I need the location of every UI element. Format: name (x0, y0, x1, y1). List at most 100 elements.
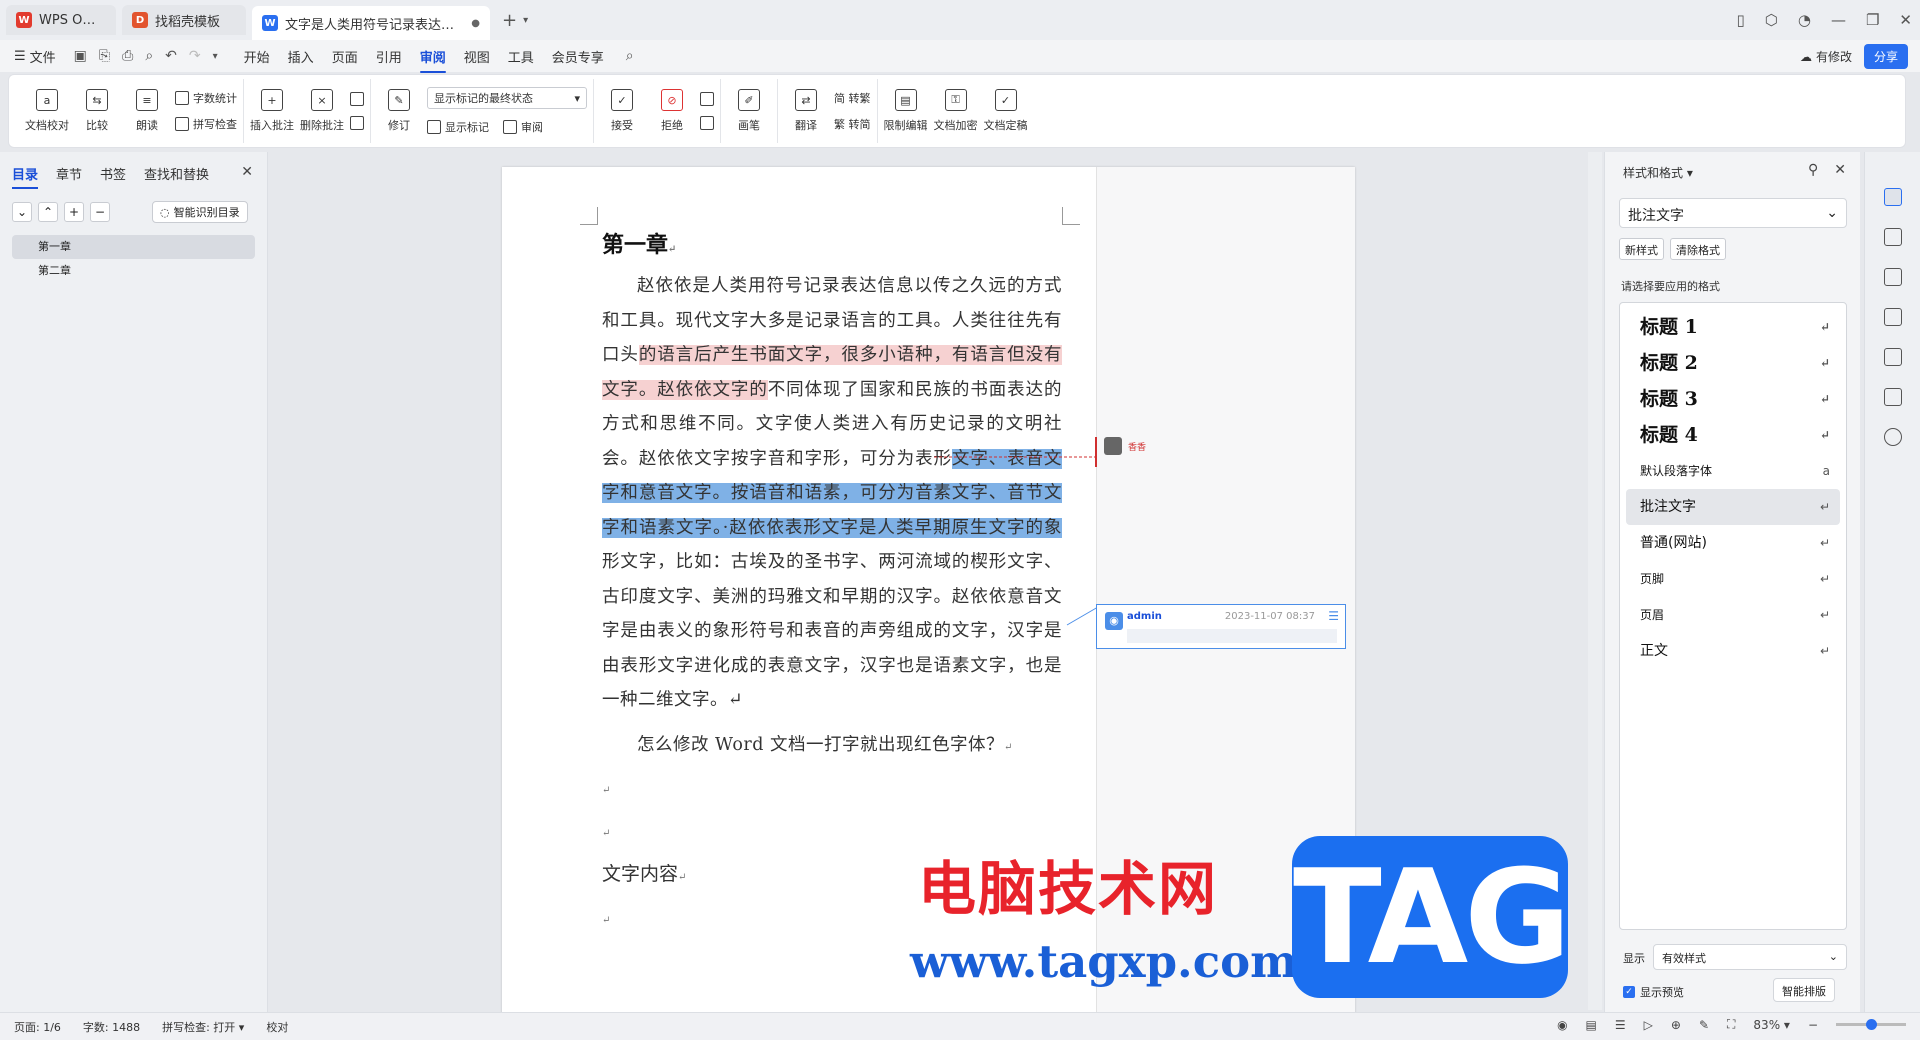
comment-card-active[interactable]: ◉ admin 2023-11-07 08:37 ☰ (1096, 604, 1346, 649)
next-comment-button[interactable] (350, 116, 364, 130)
delete-comment-button[interactable]: × 删除批注 (300, 80, 344, 142)
style-item[interactable]: 页眉 ↵ (1626, 597, 1840, 633)
styles-pen-icon[interactable] (1883, 188, 1902, 206)
word-count-button[interactable]: 字数统计 (175, 90, 237, 106)
comment-input[interactable] (1127, 629, 1337, 643)
tab-template[interactable]: D 找稻壳模板 (122, 5, 246, 35)
style-item[interactable]: 页脚 ↵ (1626, 561, 1840, 597)
minus-icon[interactable]: − (90, 202, 110, 222)
menu-member[interactable]: 会员专享 (552, 47, 604, 66)
undo-icon[interactable]: ↶ (165, 48, 177, 64)
tab-find-replace[interactable]: 查找和替换 (144, 164, 209, 183)
menu-start[interactable]: 开始 (244, 47, 270, 66)
show-preview-checkbox[interactable]: ✓ 显示预览 (1623, 984, 1684, 1000)
reject-button[interactable]: ⊘ 拒绝 (650, 80, 694, 142)
empty-paragraph[interactable]: ↵ (602, 771, 1062, 808)
tab-wps-office[interactable]: W WPS Office (6, 5, 116, 35)
pen-button[interactable]: ✐ 画笔 (727, 80, 771, 142)
chevron-down-icon[interactable]: ▾ (213, 51, 218, 62)
proof-indicator[interactable]: 校对 (266, 1019, 288, 1035)
menu-review[interactable]: 审阅 (419, 47, 446, 73)
style-item[interactable]: 标题 2 ↵ (1626, 345, 1840, 381)
style-item[interactable]: 普通(网站) ↵ (1626, 525, 1840, 561)
avatar-icon[interactable]: ◔ (1798, 11, 1811, 29)
fit-screen-icon[interactable]: ⛶ (1727, 1017, 1735, 1032)
word-count-indicator[interactable]: 字数: 1488 (83, 1019, 140, 1035)
question-paragraph[interactable]: 怎么修改 Word 文档一打字就出现红色字体？↵ (602, 728, 1062, 766)
select-cursor-icon[interactable] (1883, 228, 1902, 246)
style-item-active[interactable]: 批注文字 ↵ (1626, 489, 1840, 525)
tab-chapter[interactable]: 章节 (56, 164, 82, 183)
style-item[interactable]: 默认段落字体 a (1626, 453, 1840, 489)
style-item[interactable]: 正文 ↵ (1626, 633, 1840, 669)
spell-check-indicator[interactable]: 拼写检查: 打开 ▾ (162, 1019, 244, 1035)
document-scrollbar[interactable] (1588, 152, 1602, 1010)
eye-icon[interactable]: ◉ (1557, 1018, 1567, 1032)
prev-change-button[interactable] (700, 92, 714, 106)
save-icon[interactable]: ▣ (74, 48, 87, 64)
doc-encrypt-button[interactable]: ⚿ 文档加密 (934, 80, 978, 142)
page-view-icon[interactable]: ▤ (1586, 1018, 1597, 1032)
markup-select[interactable]: 显示标记的最终状态 ▾ (427, 87, 587, 109)
accept-button[interactable]: ✓ 接受 (600, 80, 644, 142)
menu-page[interactable]: 页面 (332, 47, 358, 66)
book-icon[interactable] (1883, 388, 1902, 406)
toc-item[interactable]: 第二章 (12, 259, 255, 283)
restrict-edit-button[interactable]: ▤ 限制编辑 (884, 80, 928, 142)
tab-bookmark[interactable]: 书签 (100, 164, 126, 183)
adjust-icon[interactable] (1883, 268, 1902, 286)
tab-document[interactable]: W 文字是人类用符号记录表达信息以 ● (252, 6, 490, 40)
tab-toc[interactable]: 目录 (12, 164, 39, 189)
zoom-level[interactable]: 83% ▾ (1753, 1018, 1790, 1032)
share-button[interactable]: 分享 (1863, 44, 1908, 69)
help-icon[interactable] (1883, 428, 1902, 446)
review-pane-button[interactable]: 审阅 (503, 119, 543, 135)
menu-view[interactable]: 视图 (464, 47, 490, 66)
cube-icon[interactable]: ⬡ (1765, 11, 1778, 29)
show-filter-select[interactable]: 有效样式 ⌄ (1653, 944, 1847, 970)
chevron-down-icon[interactable]: ⌄ (12, 202, 32, 222)
smart-layout-button[interactable]: 智能排版 (1773, 978, 1835, 1002)
pin-icon[interactable]: ⚲ (1808, 162, 1818, 178)
body-paragraph[interactable]: 赵依依是人类用符号记录表达信息以传之久远的方式和工具。现代文字大多是记录语言的工… (602, 269, 1063, 718)
comment-menu-icon[interactable]: ☰ (1328, 609, 1339, 623)
next-change-button[interactable] (700, 116, 714, 130)
has-change-indicator[interactable]: ☁ 有修改 (1800, 48, 1852, 65)
doc-finalize-button[interactable]: ✓ 文档定稿 (984, 80, 1028, 142)
minimize-icon[interactable]: — (1831, 11, 1846, 29)
preview-icon[interactable]: ⌕ (145, 48, 153, 64)
to-simplified-button[interactable]: 繁 转简 (834, 116, 871, 132)
chevron-up-icon[interactable]: ⌃ (38, 202, 58, 222)
prev-comment-button[interactable] (350, 92, 364, 106)
style-item[interactable]: 标题 1 ↵ (1626, 309, 1840, 345)
clear-format-button[interactable]: 清除格式 (1670, 238, 1726, 260)
chevron-down-icon[interactable]: ▾ (523, 15, 528, 26)
redo-icon[interactable]: ↷ (189, 48, 201, 64)
style-item[interactable]: 标题 4 ↵ (1626, 417, 1840, 453)
current-style-select[interactable]: 批注文字 ⌄ (1619, 198, 1847, 228)
comment-card[interactable]: 香香 (1104, 437, 1146, 455)
menu-tools[interactable]: 工具 (508, 47, 534, 66)
print-icon[interactable]: ⎙ (122, 48, 133, 64)
zoom-slider[interactable] (1836, 1019, 1906, 1030)
plus-icon[interactable]: + (64, 202, 84, 222)
to-traditional-button[interactable]: 简 转繁 (834, 90, 871, 106)
play-icon[interactable]: ▷ (1644, 1018, 1653, 1032)
close-icon[interactable]: ✕ (241, 164, 253, 180)
insert-comment-button[interactable]: + 插入批注 (250, 80, 294, 142)
zoom-out-icon[interactable]: − (1808, 1018, 1818, 1032)
web-view-icon[interactable]: ⊕ (1671, 1018, 1681, 1032)
revise-button[interactable]: ✎ 修订 (377, 80, 421, 142)
doc-check-button[interactable]: a 文档校对 (25, 80, 69, 142)
spell-check-button[interactable]: 拼写检查 (175, 116, 237, 132)
new-tab-icon[interactable]: + (502, 10, 517, 31)
toc-item[interactable]: 第一章 (12, 235, 255, 259)
close-icon[interactable]: ✕ (1834, 162, 1846, 178)
new-style-button[interactable]: 新样式 (1619, 238, 1664, 260)
tools-icon[interactable] (1883, 348, 1902, 366)
search-icon[interactable]: ⌕ (626, 48, 634, 64)
outline-view-icon[interactable]: ☰ (1615, 1018, 1626, 1032)
compare-button[interactable]: ⇆ 比较 (75, 80, 119, 142)
layout-icon[interactable]: ▯ (1737, 11, 1745, 29)
smart-toc-button[interactable]: ◌ 智能识别目录 (152, 201, 248, 223)
